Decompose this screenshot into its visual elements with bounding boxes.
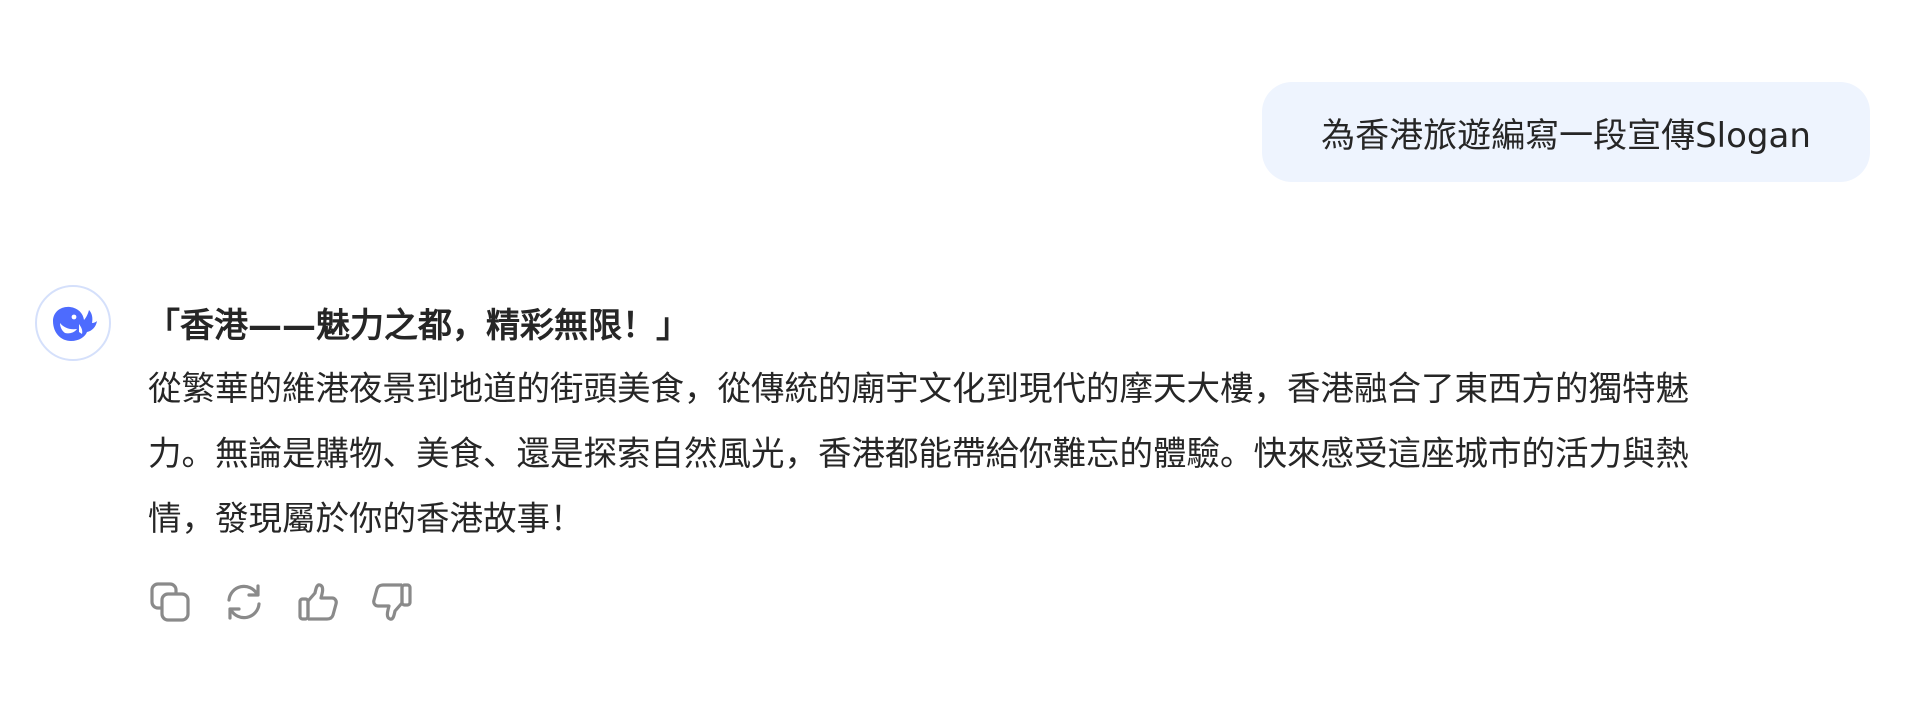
assistant-message: 「香港——魅力之都，精彩無限！」 從繁華的維港夜景到地道的街頭美食，從傳統的廟宇… (146, 296, 1848, 551)
regenerate-button[interactable] (222, 580, 266, 624)
thumbs-down-icon (372, 583, 412, 621)
message-actions (148, 580, 414, 624)
user-message-text: 為香港旅遊編寫一段宣傳Slogan (1321, 115, 1811, 156)
thumbs-down-button[interactable] (370, 580, 414, 624)
deepseek-whale-logo-icon (53, 306, 97, 341)
message-body-line: 力。無論是購物、美食、還是探索自然風光，香港都能帶給你難忘的體驗。快來感受這座城… (148, 434, 1689, 473)
thumbs-up-icon (298, 583, 338, 621)
thumbs-up-button[interactable] (296, 580, 340, 624)
user-message-bubble: 為香港旅遊編寫一段宣傳Slogan (1262, 82, 1870, 182)
copy-icon (150, 582, 190, 622)
message-body-line: 從繁華的維港夜景到地道的街頭美食，從傳統的廟宇文化到現代的摩天大樓，香港融合了東… (148, 369, 1689, 408)
copy-button[interactable] (148, 580, 192, 624)
assistant-avatar (35, 285, 111, 361)
regenerate-icon (227, 584, 261, 620)
message-body-line: 情，發現屬於你的香港故事！ (148, 499, 584, 538)
slogan-heading: 「香港——魅力之都，精彩無限！」 (146, 306, 690, 346)
